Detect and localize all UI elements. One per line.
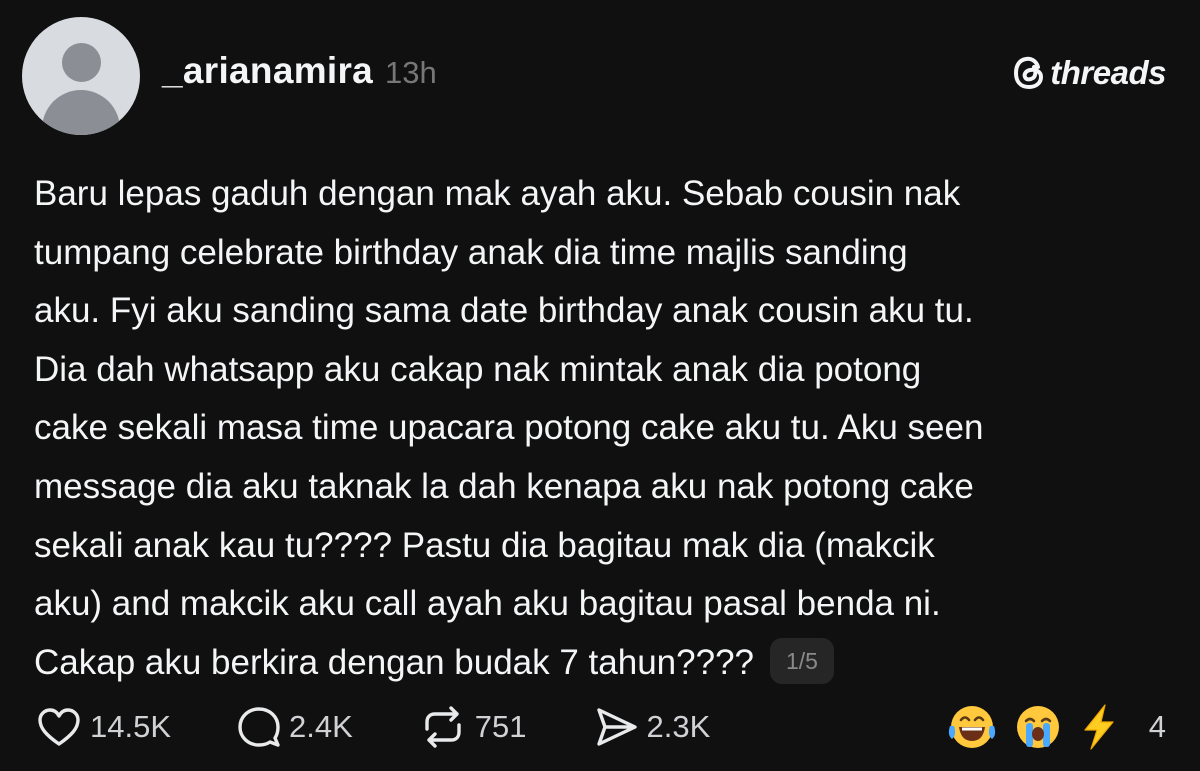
like-button[interactable]: 14.5K bbox=[36, 706, 171, 748]
post-line: aku) and makcik aku call ayah aku bagita… bbox=[34, 584, 941, 624]
post-line: Cakap aku berkira dengan budak 7 tahun??… bbox=[34, 642, 754, 682]
repost-count: 751 bbox=[474, 709, 527, 744]
repost-button[interactable]: 751 bbox=[419, 705, 527, 749]
post-body: Baru lepas gaduh dengan mak ayah aku. Se… bbox=[34, 165, 1184, 692]
post-line: cake sekali masa time upacara potong cak… bbox=[34, 408, 984, 448]
post-line: message dia aku taknak la dah kenapa aku… bbox=[34, 466, 974, 506]
post-header: _arianamira 13h bbox=[162, 50, 437, 96]
post-line: Baru lepas gaduh dengan mak ayah aku. Se… bbox=[34, 174, 961, 213]
action-bar: 14.5K 2.4K 751 2.3K bbox=[36, 702, 776, 752]
default-avatar-icon bbox=[62, 43, 101, 82]
carousel-pager[interactable]: 1/5 bbox=[770, 637, 834, 684]
post-timestamp: 13h bbox=[385, 55, 437, 90]
reactions-summary[interactable]: 4 bbox=[945, 702, 1166, 752]
reaction-count: 4 bbox=[1148, 709, 1166, 744]
repost-icon bbox=[425, 706, 461, 748]
comment-bubble-icon bbox=[238, 707, 280, 747]
comment-button[interactable]: 2.4K bbox=[237, 705, 353, 749]
threads-wordmark: threads bbox=[1050, 54, 1166, 91]
send-icon bbox=[596, 708, 637, 746]
laughing-tears-emoji-icon bbox=[948, 706, 995, 748]
like-count: 14.5K bbox=[90, 709, 172, 744]
lightning-emoji-icon bbox=[1084, 704, 1114, 750]
threads-brand: threads bbox=[1013, 52, 1166, 94]
post-line: sekali anak kau tu???? Pastu dia bagitau… bbox=[34, 525, 935, 565]
thread-post: _arianamira 13h threads Baru lepas gaduh… bbox=[0, 0, 1200, 771]
post-line: Dia dah whatsapp aku cakap nak mintak an… bbox=[34, 349, 922, 389]
comment-count: 2.4K bbox=[289, 709, 353, 744]
post-last-line: Cakap aku berkira dengan budak 7 tahun??… bbox=[34, 634, 1184, 693]
post-line: aku. Fyi aku sanding sama date birthday … bbox=[34, 291, 974, 331]
post-line: tumpang celebrate birthday anak dia time… bbox=[34, 232, 908, 272]
threads-logo-icon bbox=[1014, 56, 1044, 90]
crying-emoji-icon bbox=[1016, 706, 1059, 748]
username[interactable]: _arianamira bbox=[162, 50, 373, 92]
share-count: 2.3K bbox=[646, 709, 711, 744]
share-button[interactable]: 2.3K bbox=[593, 705, 711, 749]
heart-icon bbox=[38, 708, 80, 746]
avatar-shoulders bbox=[42, 90, 120, 135]
avatar[interactable] bbox=[22, 17, 140, 135]
